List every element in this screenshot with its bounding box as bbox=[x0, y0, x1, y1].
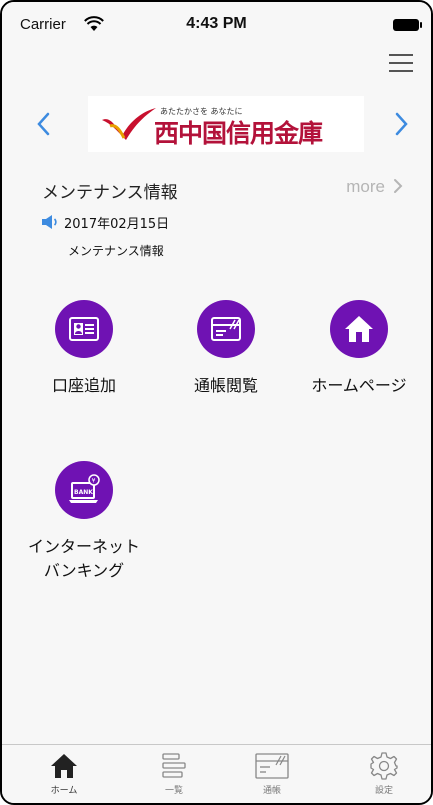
tab-home[interactable]: ホーム bbox=[29, 751, 99, 801]
news-text[interactable]: メンテナンス情報 bbox=[68, 242, 164, 259]
tab-home-label: ホーム bbox=[50, 786, 78, 796]
banner-prev-chevron-icon[interactable] bbox=[32, 106, 56, 142]
bank-logo-icon bbox=[102, 108, 156, 140]
list-icon bbox=[162, 753, 186, 778]
svg-text:BANK: BANK bbox=[74, 489, 93, 496]
battery-icon bbox=[393, 19, 422, 31]
id-card-icon bbox=[55, 300, 113, 358]
home-icon bbox=[330, 300, 388, 358]
tab-bar: ホーム 一覧 通帳 設定 bbox=[2, 744, 431, 803]
internet-banking-label-line2: バンキング bbox=[43, 561, 125, 580]
status-time: 4:43 PM bbox=[186, 15, 247, 32]
hamburger-line bbox=[389, 70, 413, 72]
bank-laptop-icon: BANK ¥ bbox=[55, 461, 113, 519]
tab-settings[interactable]: 設定 bbox=[349, 751, 419, 801]
home-icon bbox=[51, 754, 77, 778]
add-account-label: 口座追加 bbox=[51, 376, 116, 395]
homepage-label: ホームページ bbox=[311, 376, 407, 395]
gear-icon bbox=[370, 752, 398, 780]
hamburger-line bbox=[389, 54, 413, 56]
banner-next-chevron-icon[interactable] bbox=[389, 106, 413, 142]
passbook-icon bbox=[197, 300, 255, 358]
maintenance-section-title: メンテナンス情報 bbox=[42, 183, 178, 203]
internet-banking-label-line1: インターネット bbox=[27, 537, 140, 556]
more-link[interactable]: more bbox=[346, 177, 403, 197]
tab-passbook[interactable]: 通帳 bbox=[237, 751, 307, 801]
tab-passbook-label: 通帳 bbox=[262, 786, 281, 796]
status-bar: Carrier 4:43 PM bbox=[2, 2, 431, 46]
tab-list-label: 一覧 bbox=[164, 786, 183, 796]
internet-banking-label: インターネット バンキング bbox=[19, 535, 149, 583]
chevron-right-icon bbox=[394, 179, 403, 193]
tab-settings-label: 設定 bbox=[374, 786, 393, 796]
hamburger-line bbox=[389, 62, 413, 64]
app-screen: Carrier 4:43 PM あたたかさを あなたに 西中国信用金庫 メンテナ… bbox=[0, 0, 433, 805]
hamburger-menu-button[interactable] bbox=[389, 54, 413, 72]
passbook-icon bbox=[255, 753, 289, 779]
view-passbook-tile[interactable]: 通帳閲覧 bbox=[161, 300, 291, 398]
homepage-tile[interactable]: ホームページ bbox=[294, 300, 424, 398]
speaker-icon bbox=[42, 215, 57, 229]
view-passbook-label: 通帳閲覧 bbox=[193, 376, 258, 395]
bank-logo-banner[interactable]: あたたかさを あなたに 西中国信用金庫 bbox=[88, 96, 364, 152]
more-label: more bbox=[346, 177, 385, 196]
tab-list[interactable]: 一覧 bbox=[139, 751, 209, 801]
logo-bank-name: 西中国信用金庫 bbox=[154, 119, 323, 148]
svg-text:¥: ¥ bbox=[92, 478, 96, 485]
internet-banking-tile[interactable]: BANK ¥ インターネット バンキング bbox=[19, 461, 149, 583]
news-date: 2017年02月15日 bbox=[64, 217, 170, 232]
add-account-tile[interactable]: 口座追加 bbox=[19, 300, 149, 398]
